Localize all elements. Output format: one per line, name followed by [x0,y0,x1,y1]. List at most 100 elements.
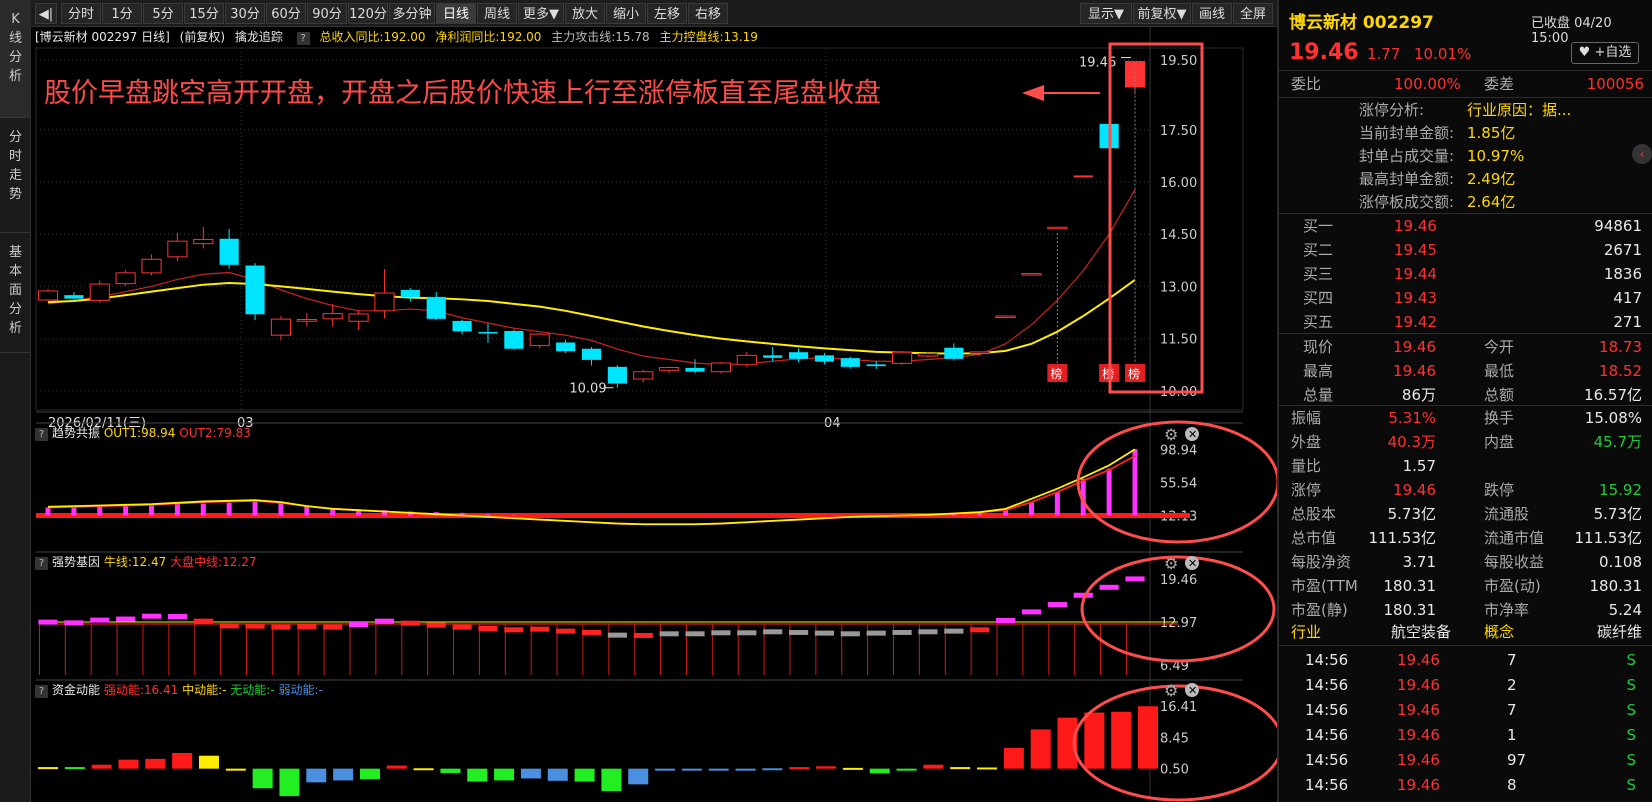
stats-row: 总股本 5.73亿 流通股 5.73亿 [1279,502,1652,526]
close-x: ✕ [1188,557,1197,570]
candle-body [969,351,990,354]
p2-marker [1047,602,1067,608]
bid-level: 买四 [1303,289,1334,307]
p1-bar [97,506,103,516]
p2-marker [297,623,317,629]
stat-value: 5.73亿 [1387,505,1436,523]
p3-bar [1111,711,1132,769]
tick-side: S [1626,776,1636,794]
separator [1279,333,1652,334]
stat-key: 市盈(静) [1291,601,1348,619]
candle-body [1021,273,1042,276]
p3-bar [467,768,488,782]
p3-bar [923,764,944,769]
bid-price: 19.46 [1394,217,1437,235]
limit-analysis-row: 当前封单金额: 1.85亿 [1279,121,1652,145]
p3-bar [91,764,112,769]
stat-value: 15.08% [1584,409,1642,427]
candle-body [607,366,627,384]
p2-marker [814,630,835,636]
stats-row: 现价 19.46 今开 18.73 [1279,335,1652,359]
p2-marker [116,616,136,622]
help-icon[interactable]: ? [35,557,48,570]
help-icon[interactable]: ? [35,685,48,698]
gear-icon[interactable]: ⚙ [1164,554,1178,573]
stat-value: 15.92 [1599,481,1642,499]
market-mid-value: 大盘中线:12.27 [170,555,257,569]
p3-bar [118,759,139,769]
p2-marker [633,632,653,638]
bang-label: 榜 [1050,366,1062,381]
tick-row: 14:56 19.46 97 S [1279,748,1652,772]
p1-bar [226,502,232,516]
candle-body [1047,226,1068,230]
tick-volume: 97 [1507,751,1527,769]
add-favorite-button[interactable]: ♥ +自选 [1571,42,1639,64]
bid-level: 买五 [1303,313,1334,331]
help-icon[interactable]: ? [35,428,48,441]
stats-row: 涨停 19.46 跌停 15.92 [1279,478,1652,502]
p2-marker [426,622,446,628]
p3-bar [279,768,300,797]
tick-time: 14:56 [1305,751,1349,769]
limit-key: 涨停分析: [1359,101,1425,119]
bull-line-value: 牛线:12.47 [103,555,167,569]
bang-label: 榜 [1128,366,1140,381]
panel3-name: 资金动能 [52,683,101,697]
low-price-label: 10.09 [569,382,606,397]
p2-marker [245,623,265,629]
industry-value: 航空装备 [1391,623,1452,641]
p3-bar [359,768,380,780]
stat-key: 涨停 [1291,481,1322,499]
stat-key: 总量 [1303,386,1334,404]
p2-marker [400,620,420,626]
tick-side: S [1626,726,1636,744]
limit-key: 当前封单金额: [1359,124,1455,142]
gear-icon[interactable]: ⚙ [1164,681,1178,700]
gear-icon[interactable]: ⚙ [1164,425,1178,444]
p3-bar [842,767,863,770]
p3-bar [145,758,166,769]
stat-key: 市盈(TTM [1291,577,1358,595]
stat-value: 40.3万 [1387,433,1436,451]
candle-body [736,354,757,366]
candle-body [995,315,1016,319]
p1-axis-label: 55.54 [1160,476,1197,491]
p1-bar [45,507,51,516]
tick-volume: 7 [1507,701,1517,719]
candle-body [581,348,602,360]
market-status: 已收盘 04/20 15:00 [1531,16,1612,46]
stat-key: 最高 [1303,362,1334,380]
candle-body [891,351,913,364]
p2-marker [374,618,395,624]
stats-row: 最高 19.46 最低 18.52 [1279,359,1652,383]
stock-name: 博云新材 002297 [1289,13,1434,33]
p3-bar [869,768,890,774]
p2-marker [167,614,187,620]
tick-row: 14:56 19.46 8 S [1279,773,1652,797]
p1-axis-label: 98.94 [1160,443,1197,458]
bid-volume: 94861 [1594,217,1642,235]
bid-volume: 271 [1613,313,1642,331]
limit-value: 2.49亿 [1467,170,1516,188]
stat-key: 每股净资 [1291,553,1352,571]
weibi-value: 100.00% [1394,75,1461,93]
bid-level: 买二 [1303,241,1334,259]
stats-row: 量比 1.57 [1279,454,1652,478]
candle-body [478,332,498,334]
p3-bar [1030,729,1051,769]
collapse-chevron-icon[interactable]: ‹ [1632,144,1652,164]
p3-axis-label: 16.41 [1160,700,1197,715]
bid-row: 买三 19.44 1836 [1279,262,1652,286]
price-axis-label: 19.50 [1160,54,1197,69]
stat-value: 180.31 [1383,601,1437,619]
industry-row: 行业 航空装备 概念 碳纤维 [1279,620,1652,644]
app-window: K线分析 分时走势 基本面分析 ◀| 分时 1分 5分 15分 30分 60分 90分 120… [0,0,1652,802]
p3-bar [681,768,702,771]
p3-bar [1003,747,1024,769]
stat-value: 5.73亿 [1593,505,1642,523]
candle-body [322,313,343,320]
p3-bar [494,768,515,781]
close-x: ✕ [1188,428,1197,441]
stat-key: 振幅 [1291,409,1322,427]
